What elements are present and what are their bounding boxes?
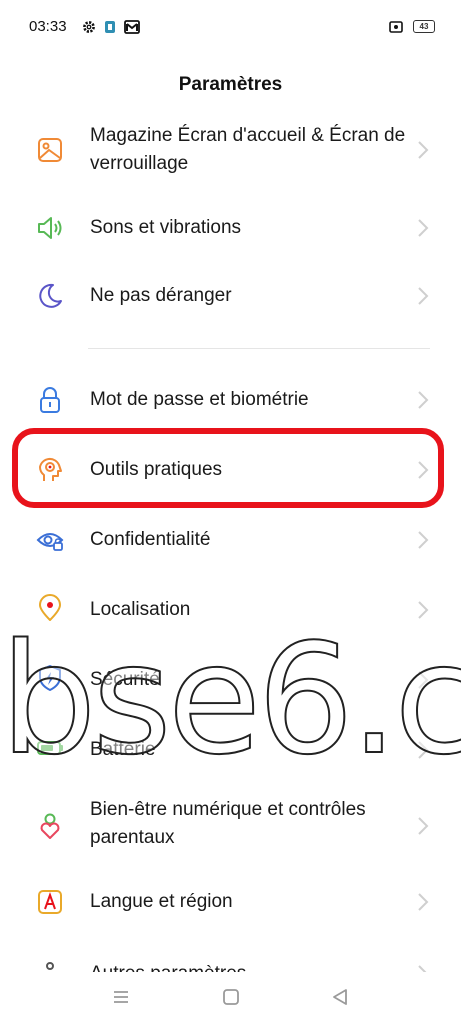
- home-icon[interactable]: [218, 984, 244, 1010]
- highlight-box: [12, 428, 444, 508]
- setting-item-do-not-disturb[interactable]: Ne pas déranger: [0, 272, 461, 340]
- gear-icon: [83, 21, 95, 33]
- battery-level: 43: [413, 20, 435, 33]
- chevron-right-icon: [418, 601, 429, 619]
- setting-item-lock-screen-magazine[interactable]: Magazine Écran d'accueil & Écran de verr…: [0, 120, 461, 204]
- setting-label: Localisation: [90, 599, 191, 620]
- setting-item-password-biometrics[interactable]: Mot de passe et biométrie: [0, 366, 461, 434]
- gmail-icon: [124, 20, 140, 34]
- setting-item-language-region[interactable]: Langue et région: [0, 868, 461, 938]
- setting-item-location[interactable]: Localisation: [0, 576, 461, 644]
- setting-label: Sécurité: [90, 669, 160, 690]
- wallpaper-icon: [38, 138, 62, 162]
- chevron-right-icon: [418, 965, 427, 972]
- chevron-right-icon: [418, 287, 429, 305]
- language-icon: [38, 890, 62, 914]
- chevron-right-icon: [418, 671, 429, 689]
- chevron-right-icon: [418, 817, 429, 835]
- app-notification-icon: [105, 21, 115, 33]
- chevron-right-icon: [418, 141, 429, 159]
- settings-list[interactable]: Magazine Écran d'accueil & Écran de verr…: [0, 120, 461, 972]
- setting-label: Bien-être numérique et contrôles parenta…: [90, 799, 366, 848]
- speaker-icon: [38, 217, 62, 239]
- privacy-eye-icon: [36, 533, 64, 551]
- lock-icon: [40, 387, 60, 413]
- setting-label: Magazine Écran d'accueil & Écran de verr…: [90, 125, 406, 174]
- chevron-right-icon: [418, 531, 429, 549]
- setting-label: Confidentialité: [90, 529, 211, 550]
- chevron-right-icon: [418, 391, 429, 409]
- setting-item-sounds[interactable]: Sons et vibrations: [0, 204, 461, 272]
- setting-label: Sons et vibrations: [90, 217, 242, 238]
- moon-icon: [39, 283, 62, 308]
- navigation-bar: [0, 972, 461, 1024]
- battery-icon: [37, 741, 63, 755]
- page-title: Paramètres: [178, 74, 283, 95]
- setting-item-additional-settings[interactable]: Autres paramètres: [0, 946, 461, 972]
- setting-label: Batterie: [90, 739, 156, 760]
- setting-item-privacy[interactable]: Confidentialité: [0, 506, 461, 574]
- chevron-right-icon: [418, 219, 429, 237]
- setting-label: Langue et région: [90, 891, 233, 912]
- shield-icon: [39, 665, 61, 691]
- setting-item-battery[interactable]: Batterie: [0, 716, 461, 784]
- setting-label: Autres paramètres: [90, 960, 410, 972]
- more-settings-icon: [46, 962, 54, 970]
- back-icon[interactable]: [327, 984, 353, 1010]
- wellbeing-icon: [40, 813, 60, 839]
- setting-label: Ne pas déranger: [90, 285, 232, 306]
- chevron-right-icon: [418, 893, 429, 911]
- location-pin-icon: [39, 594, 61, 621]
- status-bar: 03:33 43: [0, 0, 461, 56]
- chevron-right-icon: [418, 741, 429, 759]
- menu-icon[interactable]: [108, 984, 134, 1010]
- setting-item-security[interactable]: Sécurité: [0, 646, 461, 714]
- screen-record-icon: [389, 20, 403, 33]
- setting-label: Mot de passe et biométrie: [90, 389, 309, 410]
- status-time: 03:33: [29, 18, 67, 35]
- section-divider: [88, 348, 430, 349]
- setting-item-digital-wellbeing[interactable]: Bien-être numérique et contrôles parenta…: [0, 786, 461, 868]
